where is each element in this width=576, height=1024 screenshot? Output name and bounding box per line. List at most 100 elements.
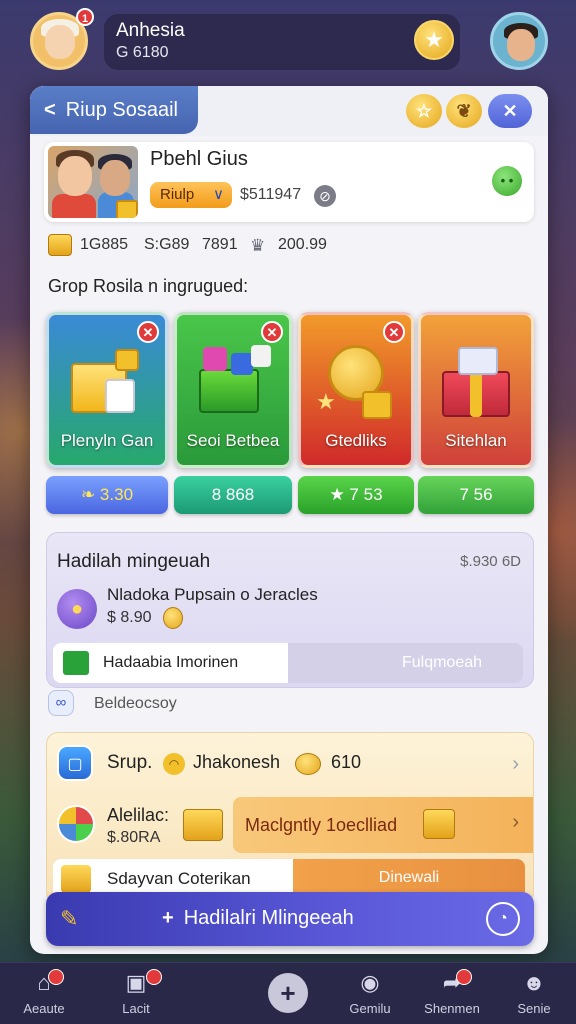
reward-value: $.930 6D <box>460 553 521 570</box>
nav-film[interactable]: ◉ Gemilu <box>330 969 410 1016</box>
sparkle-star-icon: ★ <box>316 389 336 414</box>
gift-tile[interactable]: Sitehlan <box>418 312 534 468</box>
offer-bar-label: Maclgntly 1oeclliad <box>245 815 398 835</box>
stat-score: S:G89 <box>144 236 190 253</box>
cta-label-wrap: + Hadilalri Mlingeeah <box>162 907 354 930</box>
emoji-status-icon[interactable]: • • <box>492 166 522 196</box>
rank-label: Riulp <box>160 186 195 203</box>
nav-label: Aeaute <box>23 1001 65 1016</box>
coin-box <box>362 391 392 419</box>
offer-progress-action[interactable]: Dinewali <box>293 869 525 887</box>
profile-name: Pbehl Gius <box>150 148 248 170</box>
price-button[interactable]: 8 868 <box>174 476 292 514</box>
info-icon[interactable]: ⊘ <box>314 185 336 207</box>
gift-icon <box>116 200 138 218</box>
nav-bag[interactable]: ▣ Lacit <box>96 969 176 1016</box>
section-title: Grop Rosila n ingrugued: <box>48 276 249 296</box>
reward-medal-icon: ● <box>57 589 97 629</box>
close-icon[interactable]: ✕ <box>137 321 159 343</box>
gift-box-icon <box>434 343 518 423</box>
reward-item-amount: $ 8.90 <box>107 609 152 626</box>
gift-box-card <box>105 379 135 413</box>
heart-icon[interactable]: ❦ <box>446 94 482 128</box>
rank-dropdown[interactable]: Riulp ∨ <box>150 182 232 208</box>
gold-gift-icon <box>183 809 223 841</box>
friend-avatar-face <box>507 29 535 61</box>
gift-card <box>458 347 498 375</box>
price-row: ❧ 3.30 8 868 ★ 7 53 7 56 <box>46 476 534 516</box>
gift-tile[interactable]: ✕ Seoi Betbea <box>174 312 292 468</box>
chevron-left-icon: < <box>44 99 56 121</box>
pencil-icon: ✎ <box>60 906 79 931</box>
notification-dot <box>146 969 162 985</box>
link-icon[interactable]: ∞ <box>48 690 74 716</box>
progress-action[interactable]: Fulqmoeah <box>367 654 517 672</box>
plus-icon[interactable]: + <box>268 973 308 1013</box>
reward-title: Hadilah mingeuah <box>57 551 211 572</box>
stat-count: 7891 <box>202 236 238 253</box>
notification-dot <box>48 969 64 985</box>
chat-icon: ▢ <box>57 745 93 781</box>
nav-share[interactable]: ➦ Shenmen <box>412 969 492 1016</box>
offer-label: Srup. <box>107 752 153 773</box>
nav-label: Shenmen <box>424 1001 480 1016</box>
photo-face-2 <box>100 160 130 196</box>
chevron-right-icon: › <box>512 811 519 833</box>
gift-tile[interactable]: ✕ Plenyln Gan <box>46 312 168 468</box>
price-button[interactable]: 7 56 <box>418 476 534 514</box>
star-icon[interactable]: ★ <box>414 20 454 60</box>
gift-tile[interactable]: ★ ✕ Gtedliks <box>298 312 414 468</box>
offer-name: Jhakonesh <box>193 752 281 772</box>
close-icon[interactable]: ✕ <box>261 321 283 343</box>
gift-block-pink <box>203 347 227 371</box>
tile-label: Gtedliks <box>325 431 387 450</box>
chevron-down-icon: ∨ <box>213 186 224 203</box>
offer-row[interactable]: Alelilac: $.80RA Maclgntly 1oeclliad › <box>47 793 533 855</box>
nav-profile[interactable]: ☻ Senie <box>494 969 574 1016</box>
offer-bar[interactable]: Maclgntly 1oeclliad › <box>233 797 533 853</box>
star-icon[interactable]: ☆ <box>406 94 442 128</box>
coin-icon <box>295 753 321 775</box>
top-bar: 1 Anhesia G 6180 ★ <box>0 0 576 80</box>
back-button[interactable]: < Riup Sosaail <box>30 86 198 134</box>
gift-box-body <box>199 369 259 413</box>
friend-avatar[interactable] <box>490 12 548 70</box>
badge-label: Beldeocsoy <box>94 695 177 712</box>
close-icon[interactable]: ✕ <box>488 94 532 128</box>
refresh-icon[interactable]: ◔ <box>486 902 520 936</box>
tile-label: Plenyln Gan <box>60 431 154 450</box>
coin-balance: G 6180 <box>116 44 169 61</box>
gift-block-blue <box>231 353 253 375</box>
close-icon[interactable]: ✕ <box>383 321 405 343</box>
tile-label: Sitehlan <box>445 431 507 450</box>
username: Anhesia <box>116 20 185 41</box>
nav-label: Gemilu <box>349 1001 391 1016</box>
gift-icon <box>61 865 91 893</box>
smile-icon: ◠ <box>163 753 185 775</box>
nav-label: Senie <box>517 1001 551 1016</box>
claim-reward-button[interactable]: ✎ + Hadilalri Mlingeeah ◔ <box>46 892 534 946</box>
avatar-face <box>45 25 75 59</box>
reward-progress-bar[interactable]: Hadaabia Imorinen Fulqmoeah <box>53 643 523 683</box>
gift-panel: < Riup Sosaail ☆ ❦ ✕ Pbehl Gius Riulp ∨ $5… <box>30 86 548 954</box>
photo-shirt-red <box>52 194 96 218</box>
offer-row[interactable]: ▢ Srup. ◠ Jhakonesh 610 › <box>47 741 533 785</box>
crown-icon: ♛ <box>250 236 266 255</box>
offers-section: ▢ Srup. ◠ Jhakonesh 610 › Alelilac: $.80… <box>46 732 534 904</box>
reward-section: Hadilah mingeuah $.930 6D ● Nladoka Pups… <box>46 532 534 688</box>
photo-face-1 <box>58 156 92 196</box>
cta-label: Hadilalri Mlingeeah <box>183 907 354 929</box>
price-button[interactable]: ★ 7 53 <box>298 476 414 514</box>
coin-icon <box>163 607 183 629</box>
nav-home[interactable]: ⌂ Aeaute <box>4 969 84 1016</box>
price-button[interactable]: ❧ 3.30 <box>46 476 168 514</box>
gift-tiles: ✕ Plenyln Gan ✕ Seoi Betbea ★ ✕ Gtedliks <box>46 312 534 472</box>
back-label: Riup Sosaail <box>65 99 178 121</box>
notification-dot <box>456 969 472 985</box>
offer-progress-label: Sdayvan Coterikan <box>107 869 251 888</box>
offer-price: 610 <box>331 752 362 772</box>
offer-amount: $.80RA <box>107 829 161 846</box>
tile-label: Seoi Betbea <box>186 431 280 450</box>
chevron-right-icon: › <box>512 753 519 775</box>
stat-coins: 1G885 <box>80 236 129 253</box>
